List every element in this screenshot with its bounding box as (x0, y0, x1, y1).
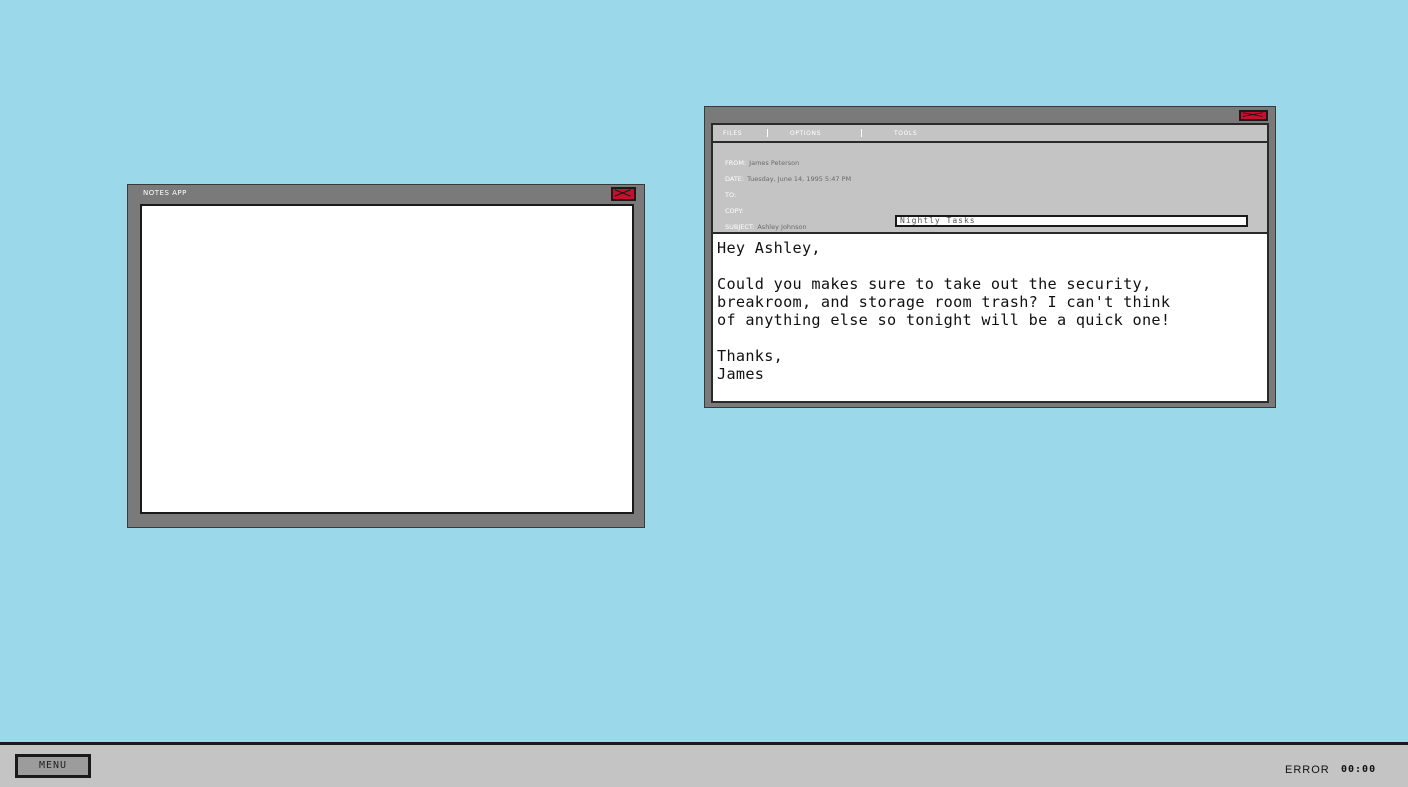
status-label: ERROR (1285, 764, 1330, 776)
body-line: Could you makes sure to take out the sec… (717, 275, 1152, 293)
to-label: TO: (725, 191, 737, 199)
subject-recipient: Ashley Johnson (757, 223, 807, 231)
notes-app-window: NOTES APP (127, 184, 645, 528)
date-value: Tuesday, June 14, 1995 5:47 PM (747, 175, 852, 183)
email-app-window: FILES OPTIONS TOOLS FROM: James Peterson … (704, 106, 1276, 408)
from-value: James Peterson (749, 159, 800, 167)
date-label: DATE: (725, 175, 745, 183)
body-line: breakroom, and storage room trash? I can… (717, 293, 1171, 311)
date-row: DATE: Tuesday, June 14, 1995 5:47 PM (725, 175, 851, 183)
subject-input[interactable]: Nightly Tasks (895, 215, 1248, 227)
body-line (717, 257, 1263, 275)
email-panel: FILES OPTIONS TOOLS FROM: James Peterson … (711, 123, 1269, 403)
body-line: Thanks, (717, 347, 784, 365)
email-body[interactable]: Hey Ashley, Could you makes sure to take… (713, 232, 1267, 401)
from-row: FROM: James Peterson (725, 159, 799, 167)
copy-row: COPY: (725, 207, 747, 215)
desktop: NOTES APP FILES OPTIONS TOOLS FROM: Jame… (0, 0, 1408, 742)
subject-row: SUBJECT: Ashley Johnson (725, 223, 807, 231)
taskbar: MENU ERROR 00:00 (0, 742, 1408, 787)
email-menubar: FILES OPTIONS TOOLS (713, 125, 1267, 143)
body-line: of anything else so tonight will be a qu… (717, 311, 1171, 329)
menu-separator (861, 129, 862, 137)
menu-tools[interactable]: TOOLS (894, 130, 917, 137)
body-line: Hey Ashley, (717, 239, 821, 257)
copy-label: COPY: (725, 207, 744, 215)
notes-text-area[interactable] (140, 204, 634, 514)
close-icon[interactable] (611, 187, 636, 201)
close-icon[interactable] (1239, 110, 1268, 121)
menu-separator (767, 129, 768, 137)
menu-options[interactable]: OPTIONS (790, 130, 821, 137)
notes-app-title: NOTES APP (143, 189, 187, 197)
from-label: FROM: (725, 159, 747, 167)
subject-label: SUBJECT: (725, 223, 755, 231)
body-line (717, 329, 1263, 347)
menu-button[interactable]: MENU (15, 754, 91, 778)
clock: 00:00 (1341, 764, 1377, 775)
body-line: James (717, 365, 765, 383)
menu-files[interactable]: FILES (723, 130, 742, 137)
to-row: TO: (725, 191, 739, 199)
